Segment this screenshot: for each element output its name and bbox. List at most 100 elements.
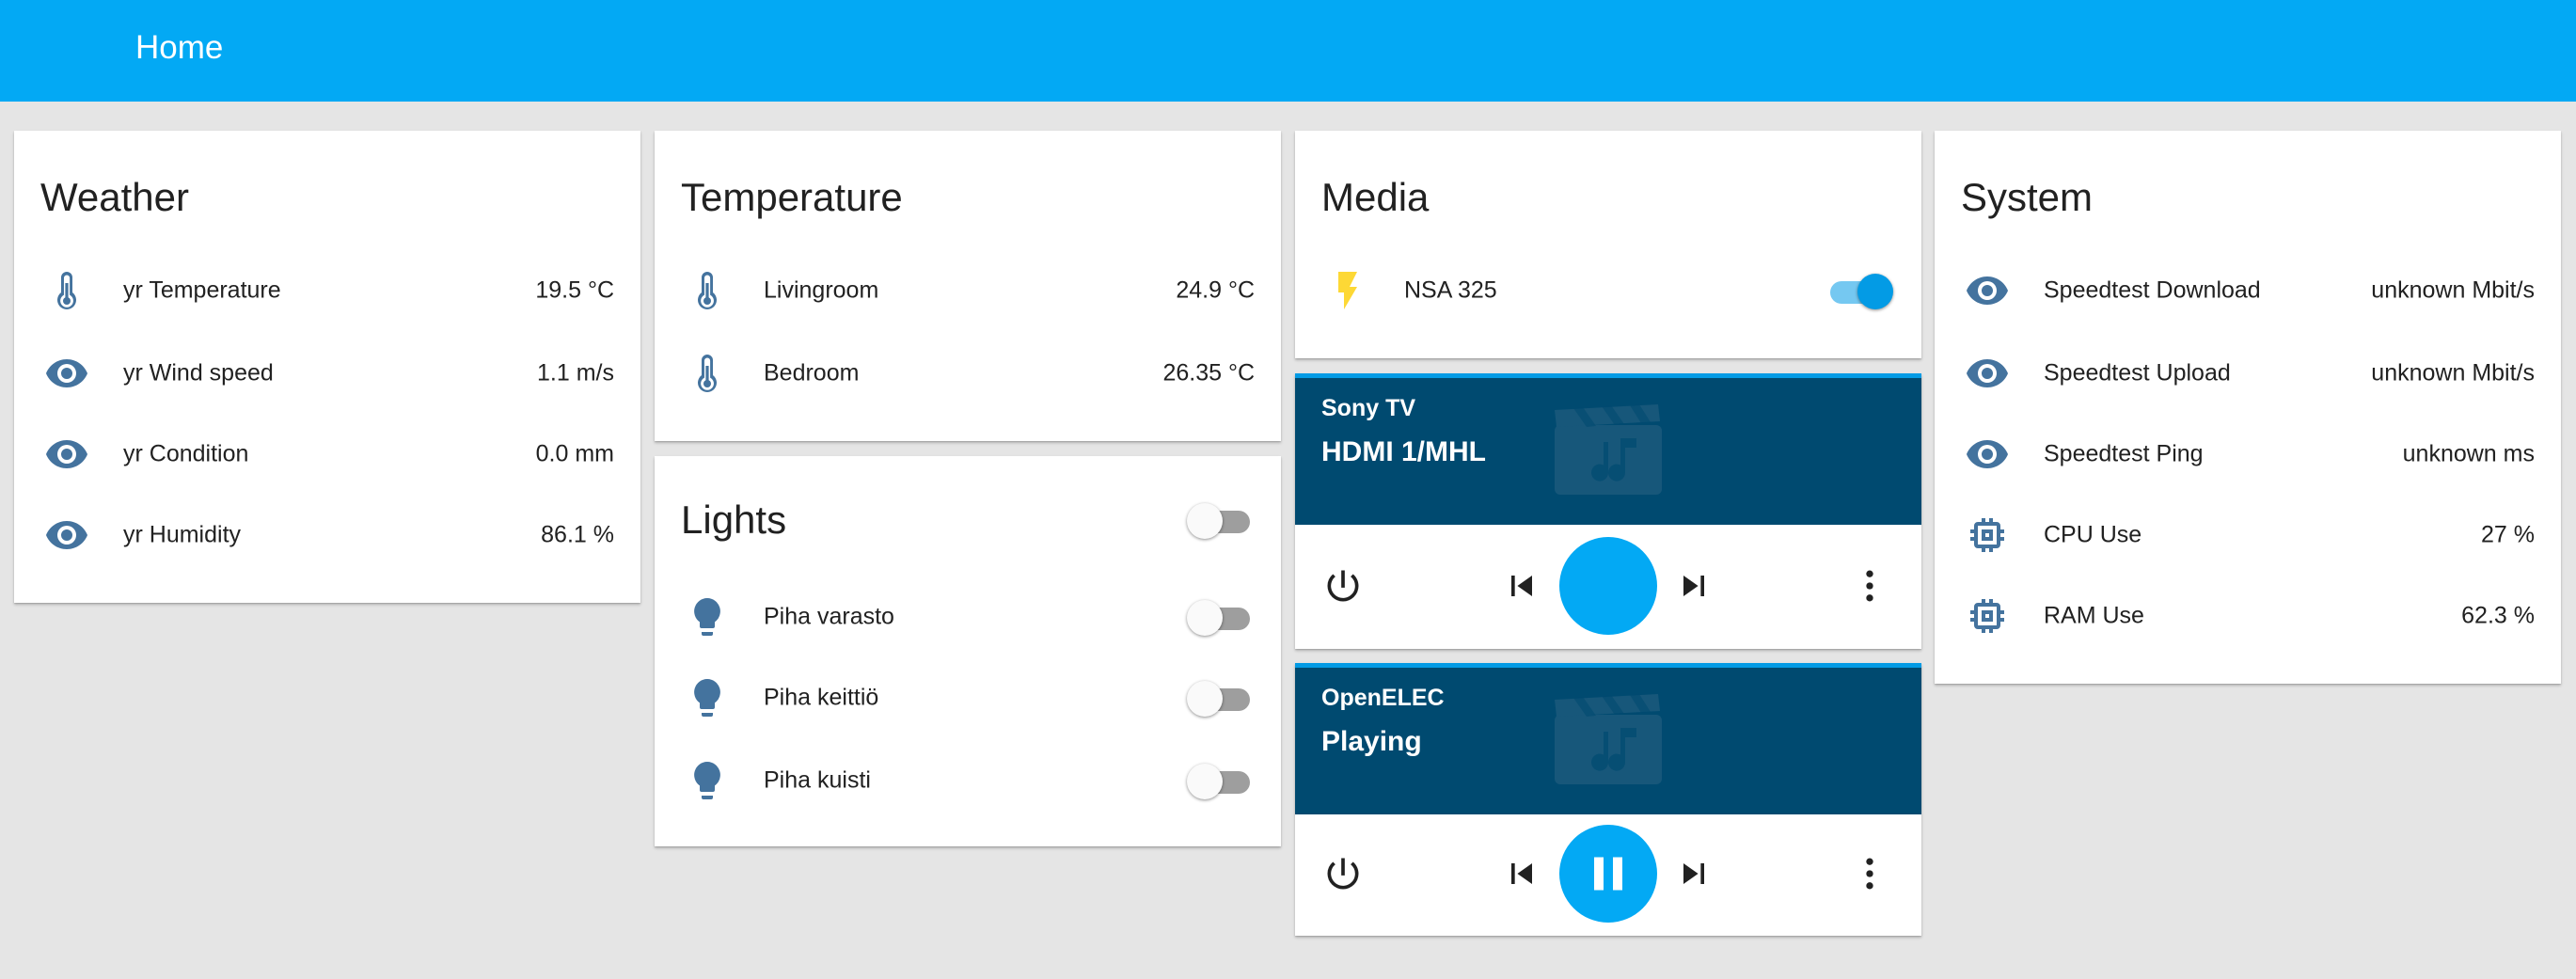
toggle-thumb [1187, 600, 1223, 636]
light-name: Piha varasto [764, 603, 894, 630]
thermometer-icon [685, 268, 730, 313]
lights-group-toggle[interactable] [1187, 499, 1253, 539]
temperature-card: Temperature Livingroom 24.9 °C Bedroom 2… [655, 131, 1281, 441]
sensor-value: 0.0 mm [535, 440, 614, 467]
thermometer-icon [44, 268, 89, 313]
sensor-name: Speedtest Upload [2044, 359, 2231, 387]
nsa-325-toggle[interactable] [1827, 270, 1893, 309]
eye-icon [44, 432, 89, 477]
sensor-name: Speedtest Download [2044, 276, 2261, 304]
eye-icon [1965, 351, 2010, 396]
media-card: Media NSA 325 [1295, 131, 1921, 358]
media-player-openelec: OpenELEC Playing [1295, 663, 1921, 936]
thermometer-icon [685, 351, 730, 396]
media-controls [1295, 814, 1921, 936]
app-toolbar: Home [0, 0, 2576, 102]
sensor-row-livingroom[interactable]: Livingroom 24.9 °C [655, 257, 1281, 324]
sensor-value: unknown Mbit/s [2371, 276, 2535, 304]
flash-icon [1325, 268, 1370, 313]
sensor-name: yr Humidity [123, 521, 242, 548]
more-options-icon[interactable] [1849, 853, 1890, 894]
sensor-name: CPU Use [2044, 521, 2142, 548]
previous-track-icon[interactable] [1501, 565, 1542, 607]
play-pause-button[interactable] [1559, 825, 1657, 923]
sensor-name: Livingroom [764, 276, 879, 304]
weather-card: Weather yr Temperature 19.5 °C yr Wind s… [14, 131, 640, 603]
sensor-name: yr Temperature [123, 276, 281, 304]
previous-track-icon[interactable] [1501, 853, 1542, 894]
sensor-value: 86.1 % [541, 521, 614, 548]
sensor-row-speedtest-ping[interactable]: Speedtest Ping unknown ms [1935, 420, 2561, 488]
sensor-value: 19.5 °C [535, 276, 614, 304]
lightbulb-icon [685, 758, 730, 803]
sensor-value: 26.35 °C [1162, 359, 1255, 387]
next-track-icon[interactable] [1673, 853, 1715, 894]
lights-card: Lights Piha varasto Piha keittiö Piha ku… [655, 456, 1281, 846]
sensor-value: 27 % [2481, 521, 2535, 548]
chip-icon [1965, 513, 2010, 558]
sensor-row-yr-temperature[interactable]: yr Temperature 19.5 °C [14, 257, 640, 324]
light-row-piha-varasto[interactable]: Piha varasto [655, 583, 1281, 651]
next-track-icon[interactable] [1673, 565, 1715, 607]
more-options-icon[interactable] [1849, 565, 1890, 607]
sensor-name: RAM Use [2044, 602, 2144, 629]
sensor-row-yr-wind-speed[interactable]: yr Wind speed 1.1 m/s [14, 339, 640, 407]
sensor-row-yr-condition[interactable]: yr Condition 0.0 mm [14, 420, 640, 488]
media-player-name: Sony TV [1321, 395, 1416, 421]
sensor-value: 24.9 °C [1176, 276, 1255, 304]
media-player-state: Playing [1321, 726, 1422, 757]
sensor-value: unknown ms [2402, 440, 2535, 467]
switch-name: NSA 325 [1404, 276, 1497, 304]
movie-clapper-icon [1555, 694, 1662, 784]
card-title: Weather [40, 175, 189, 219]
sensor-value: 62.3 % [2461, 602, 2535, 629]
eye-icon [44, 513, 89, 558]
sensor-row-ram-use[interactable]: RAM Use 62.3 % [1935, 582, 2561, 650]
power-icon[interactable] [1322, 565, 1364, 607]
card-title: Lights [681, 497, 787, 542]
media-controls [1295, 525, 1921, 647]
media-player-sony-tv: Sony TV HDMI 1/MHL [1295, 373, 1921, 649]
sensor-name: Speedtest Ping [2044, 440, 2204, 467]
toggle-thumb [1187, 764, 1223, 799]
media-hero: Sony TV HDMI 1/MHL [1295, 373, 1921, 525]
switch-row-nsa-325[interactable]: NSA 325 [1295, 257, 1921, 324]
chip-icon [1965, 593, 2010, 639]
sensor-name: Bedroom [764, 359, 860, 387]
eye-icon [1965, 432, 2010, 477]
card-title: Temperature [681, 175, 903, 219]
sensor-row-speedtest-download[interactable]: Speedtest Download unknown Mbit/s [1935, 257, 2561, 324]
media-player-name: OpenELEC [1321, 685, 1445, 711]
media-player-state: HDMI 1/MHL [1321, 436, 1486, 467]
sensor-row-bedroom[interactable]: Bedroom 26.35 °C [655, 339, 1281, 407]
sensor-name: yr Condition [123, 440, 249, 467]
card-title: Media [1321, 175, 1430, 219]
light-name: Piha kuisti [764, 766, 871, 794]
power-icon[interactable] [1322, 853, 1364, 894]
sensor-row-speedtest-upload[interactable]: Speedtest Upload unknown Mbit/s [1935, 339, 2561, 407]
eye-icon [44, 351, 89, 396]
movie-clapper-icon [1555, 404, 1662, 495]
toggle-thumb [1857, 274, 1893, 309]
media-hero: OpenELEC Playing [1295, 663, 1921, 814]
play-pause-button[interactable] [1559, 537, 1657, 635]
lightbulb-icon [685, 594, 730, 640]
toggle-thumb [1187, 681, 1223, 717]
light-toggle[interactable] [1187, 596, 1253, 636]
page-title: Home [135, 29, 224, 66]
light-toggle[interactable] [1187, 677, 1253, 717]
light-name: Piha keittiö [764, 684, 879, 711]
lightbulb-icon [685, 675, 730, 720]
pause-icon [1580, 845, 1636, 902]
sensor-row-cpu-use[interactable]: CPU Use 27 % [1935, 501, 2561, 569]
sensor-value: 1.1 m/s [537, 359, 614, 387]
system-card: System Speedtest Download unknown Mbit/s… [1935, 131, 2561, 684]
light-row-piha-kuisti[interactable]: Piha kuisti [655, 747, 1281, 814]
sensor-value: unknown Mbit/s [2371, 359, 2535, 387]
sensor-row-yr-humidity[interactable]: yr Humidity 86.1 % [14, 501, 640, 569]
light-row-piha-keittio[interactable]: Piha keittiö [655, 664, 1281, 732]
sensor-name: yr Wind speed [123, 359, 274, 387]
light-toggle[interactable] [1187, 760, 1253, 799]
card-title: System [1961, 175, 2094, 219]
toggle-thumb [1187, 503, 1223, 539]
